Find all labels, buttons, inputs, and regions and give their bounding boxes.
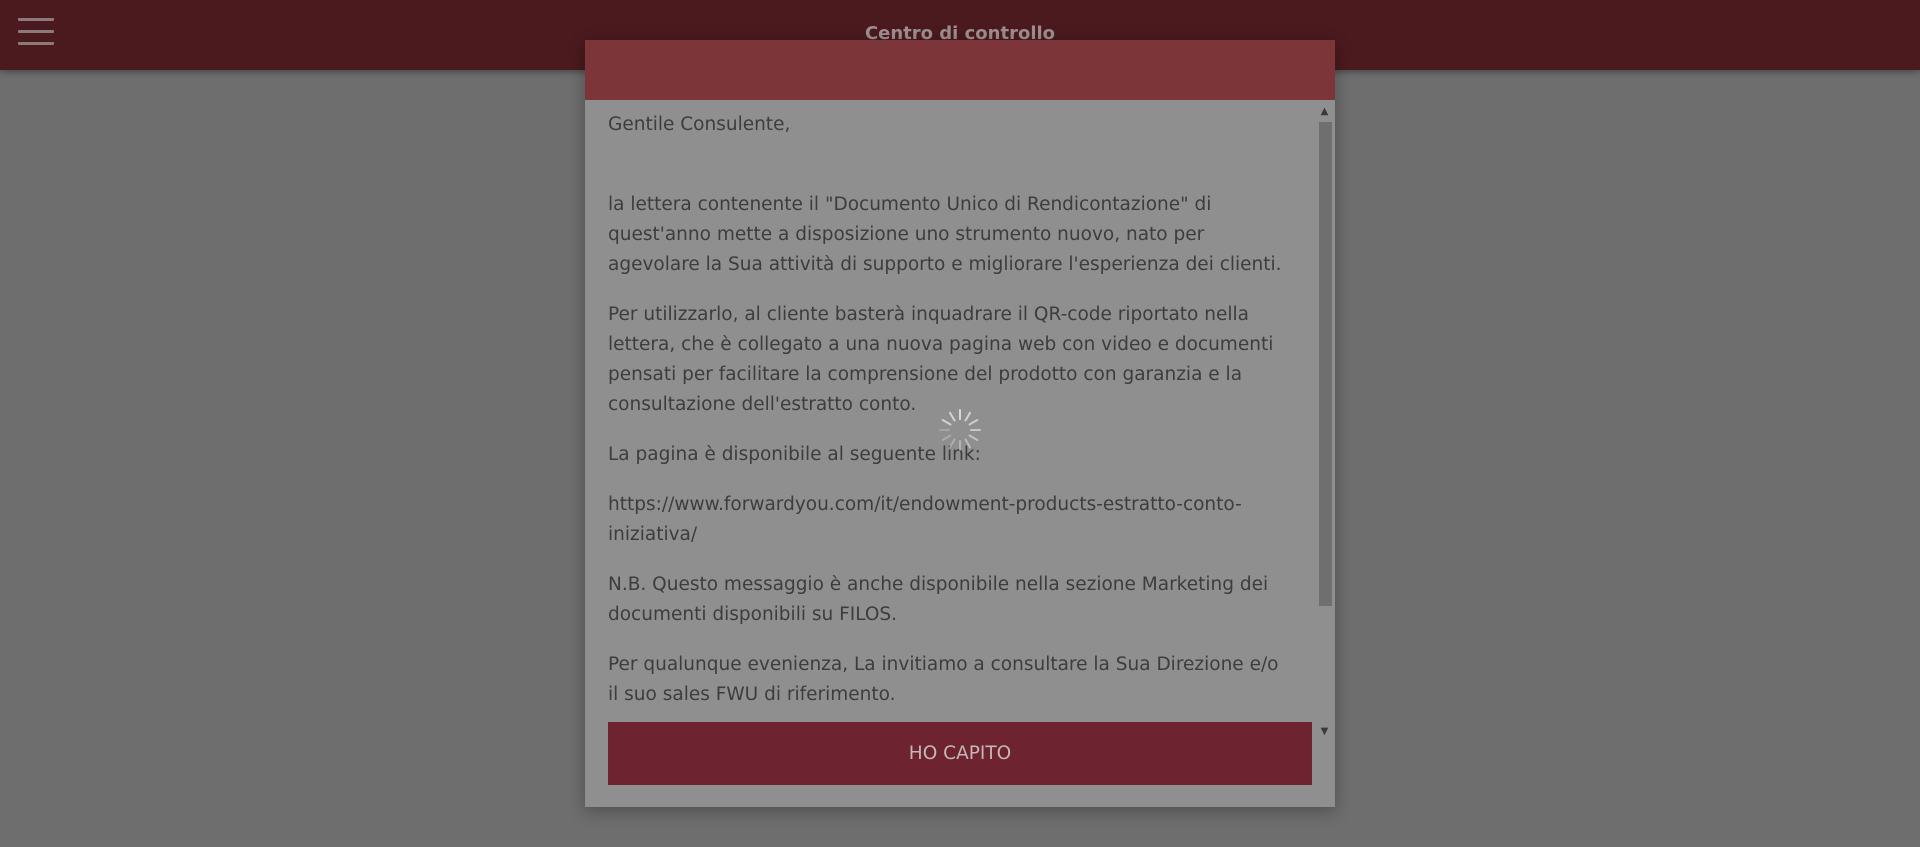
message-paragraph: la lettera contenente il "Documento Unic… <box>608 194 1282 275</box>
acknowledge-button[interactable]: HO CAPITO <box>608 722 1312 785</box>
dialog-header <box>585 40 1335 100</box>
dialog-scrollbar[interactable]: ▲ ▼ <box>1315 104 1334 740</box>
message-paragraph: Per utilizzarlo, al cliente basterà inqu… <box>608 304 1274 415</box>
scrollbar-thumb[interactable] <box>1319 122 1332 606</box>
message-paragraph: N.B. Questo messaggio è anche disponibil… <box>608 574 1269 625</box>
scroll-down-arrow-icon[interactable]: ▼ <box>1315 724 1334 740</box>
spinner-icon <box>939 409 981 451</box>
scroll-up-arrow-icon[interactable]: ▲ <box>1315 104 1334 120</box>
message-link: https://www.forwardyou.com/it/endowment-… <box>608 494 1242 545</box>
message-paragraph: Per qualunque evenienza, La invitiamo a … <box>608 654 1279 705</box>
message-greeting: Gentile Consulente, <box>608 114 791 135</box>
